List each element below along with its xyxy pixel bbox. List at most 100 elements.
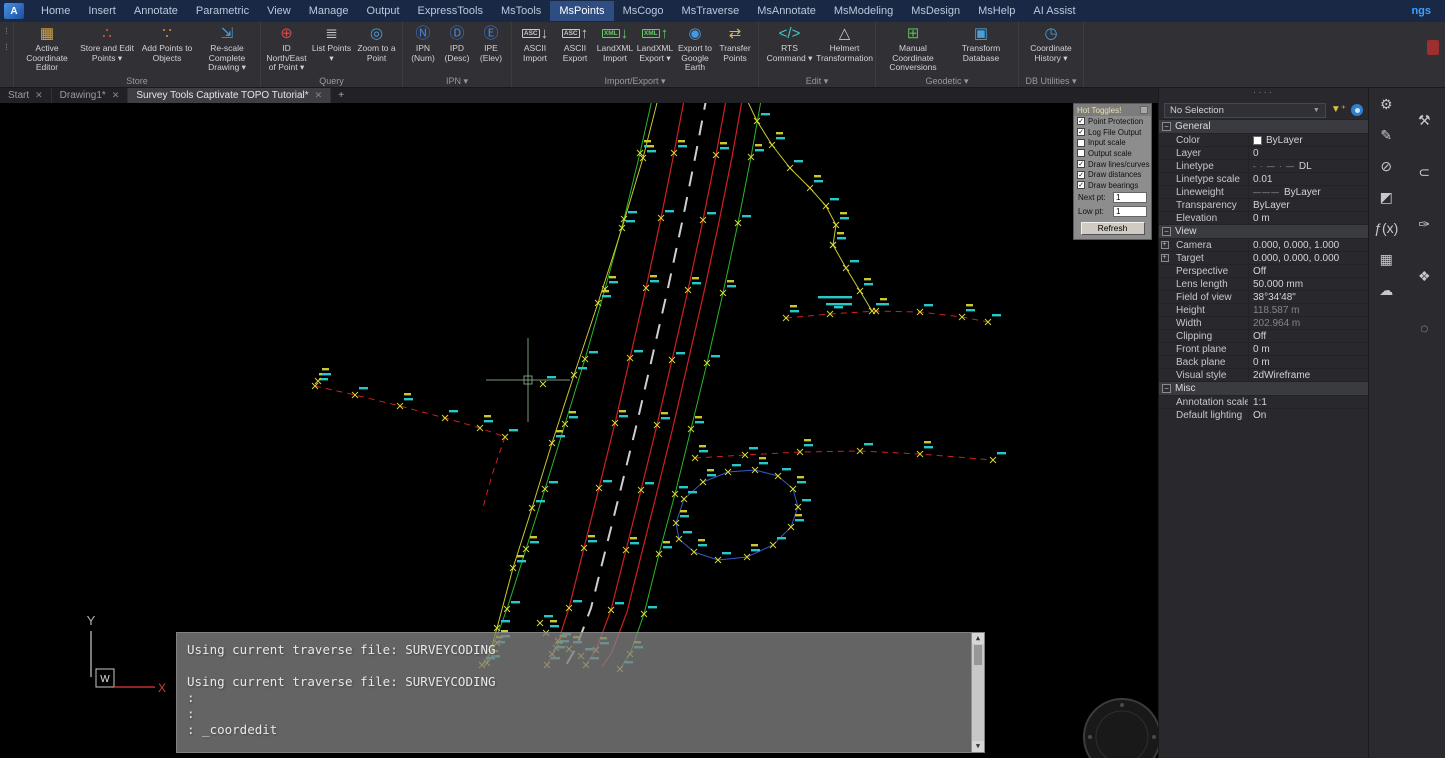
survey-point-marker[interactable] [442, 410, 458, 421]
survey-point-marker[interactable] [671, 140, 687, 156]
ribbon-button-zoom-to-a-point[interactable]: ◎Zoom to a Point [354, 23, 399, 64]
survey-point-marker[interactable] [640, 145, 656, 161]
menu-item-mspoints[interactable]: MsPoints [550, 1, 613, 21]
survey-point-marker[interactable] [700, 469, 716, 485]
ribbon-button-ipd-desc[interactable]: ⒹIPD (Desc) [440, 23, 474, 64]
drawing-boundary-green-left[interactable] [482, 103, 653, 665]
expand-icon[interactable]: + [1161, 254, 1169, 262]
drawing-edge-red-left[interactable] [547, 103, 685, 665]
ribbon-button-helmert-transformation[interactable]: △Helmert Transformation [817, 23, 872, 64]
ribbon-button-ascii-import[interactable]: ASC↓ASCII Import [515, 23, 555, 64]
new-tab-button[interactable]: + [331, 88, 351, 103]
ribbon-button-export-to-google-earth[interactable]: ◉Export to Google Earth [675, 23, 715, 74]
drawing-fence-red-dashed-right-1[interactable] [786, 311, 988, 322]
toggle-input-scale[interactable]: Input scale [1074, 137, 1151, 148]
survey-point-marker[interactable] [581, 535, 597, 551]
drawing-fence-red-dashed-right-2[interactable] [695, 451, 993, 460]
menu-item-msmodeling[interactable]: MsModeling [825, 1, 902, 21]
survey-point-marker[interactable] [985, 314, 1001, 325]
prop-value-linetype-scale[interactable]: 0.01 [1248, 173, 1368, 185]
function-icon[interactable]: ƒ(x) [1374, 220, 1398, 236]
ribbon-button-add-points-to-objects[interactable]: ∵Add Points to Objects [137, 23, 197, 64]
menu-item-mstraverse[interactable]: MsTraverse [673, 1, 749, 21]
menu-item-expresstools[interactable]: ExpressTools [409, 1, 492, 21]
hot-toggles-titlebar[interactable]: Hot Toggles! [1074, 104, 1151, 116]
survey-point-marker[interactable] [397, 393, 413, 409]
pen-icon[interactable]: ✑ [1418, 216, 1430, 232]
survey-point-marker[interactable] [742, 447, 758, 458]
ribbon-group-label-edit[interactable]: Edit ▾ [762, 75, 872, 87]
survey-point-marker[interactable] [643, 275, 659, 291]
toggle-output-scale[interactable]: Output scale [1074, 148, 1151, 159]
survey-point-marker[interactable] [315, 368, 331, 384]
toggle-draw-bearings[interactable]: ✓Draw bearings [1074, 180, 1151, 191]
menu-item-mscogo[interactable]: MsCogo [614, 1, 673, 21]
tab-survey-tools-captivate-topo-tutorial[interactable]: Survey Tools Captivate TOPO Tutorial*✕ [128, 88, 331, 103]
prop-value-elevation[interactable]: 0 m [1248, 212, 1368, 224]
prop-value-visual-style[interactable]: 2dWireframe [1248, 369, 1368, 381]
ribbon-button-ipn-num[interactable]: ⓃIPN (Num) [406, 23, 440, 64]
checkbox-icon[interactable] [1077, 149, 1085, 157]
quick-access-strip[interactable]: ⁞⁞ [0, 22, 14, 87]
ribbon-button-active-coordinate-editor[interactable]: ▦Active Coordinate Editor [17, 23, 77, 74]
survey-point-marker[interactable] [691, 539, 707, 555]
section-header-view[interactable]: −View [1159, 224, 1368, 238]
menu-item-insert[interactable]: Insert [79, 1, 125, 21]
cloud-icon[interactable]: ☁ [1379, 282, 1393, 298]
ribbon-button-list-points[interactable]: ≣List Points ▾ [309, 23, 354, 64]
survey-point-marker[interactable] [595, 290, 611, 306]
survey-point-marker[interactable] [720, 280, 736, 296]
menu-item-view[interactable]: View [258, 1, 300, 21]
survey-point-marker[interactable] [823, 198, 839, 209]
ribbon-button-ascii-export[interactable]: ASC↑ASCII Export [555, 23, 595, 64]
collapse-icon[interactable]: − [1162, 122, 1171, 131]
ribbon-button-landxml-export[interactable]: XML↑LandXML Export ▾ [635, 23, 675, 64]
prop-value-clipping[interactable]: Off [1248, 330, 1368, 342]
survey-point-marker[interactable] [990, 452, 1006, 463]
survey-point-marker[interactable] [623, 537, 639, 553]
menu-item-parametric[interactable]: Parametric [187, 1, 258, 21]
prop-value-lens-length[interactable]: 50.000 mm [1248, 278, 1368, 290]
survey-point-marker[interactable] [775, 468, 791, 479]
close-icon[interactable]: ✕ [315, 90, 323, 101]
checkbox-icon[interactable] [1077, 139, 1085, 147]
shapes-icon[interactable]: ❖ [1418, 268, 1431, 284]
menu-item-manage[interactable]: Manage [300, 1, 358, 21]
prop-value-layer[interactable]: 0 [1248, 147, 1368, 159]
ribbon-group-label-ipn[interactable]: IPN ▾ [406, 75, 508, 87]
checkbox-icon[interactable]: ✓ [1077, 117, 1085, 125]
prop-value-back-plane[interactable]: 0 m [1248, 356, 1368, 368]
drawing-edge-red-right[interactable] [586, 103, 727, 665]
selection-dropdown[interactable]: No Selection ▼ [1164, 103, 1326, 118]
ribbon-button-re-scale-complete-drawing[interactable]: ⇲Re-scale Complete Drawing ▾ [197, 23, 257, 74]
survey-point-marker[interactable] [523, 536, 539, 552]
ribbon-group-label-query[interactable]: Query [264, 75, 399, 87]
low-pt-input[interactable] [1113, 206, 1147, 217]
next-pt-input[interactable] [1113, 192, 1147, 203]
ribbon-button-store-and-edit-points[interactable]: ∴Store and Edit Points ▾ [77, 23, 137, 64]
prop-value-default-lighting[interactable]: On [1248, 409, 1368, 421]
survey-point-marker[interactable] [807, 175, 823, 191]
wrench-icon[interactable]: ⚒ [1418, 112, 1431, 128]
drawing-fence-red-dashed-left-branch[interactable] [482, 437, 505, 511]
drawing-edge-red-right-2[interactable] [602, 103, 743, 667]
survey-point-marker[interactable] [540, 376, 556, 387]
components-icon[interactable]: ▦ [1380, 251, 1393, 267]
survey-point-marker[interactable] [549, 430, 565, 446]
navigation-compass[interactable] [1084, 699, 1158, 758]
ribbon-button-ipe-elev[interactable]: ⒺIPE (Elev) [474, 23, 508, 64]
scroll-up-icon[interactable]: ▲ [972, 633, 984, 644]
menu-item-msdesign[interactable]: MsDesign [902, 1, 969, 21]
expand-icon[interactable]: + [1161, 241, 1169, 249]
menu-item-ai-assist[interactable]: AI Assist [1024, 1, 1084, 21]
survey-point-marker[interactable] [685, 277, 701, 293]
checkbox-icon[interactable]: ✓ [1077, 171, 1085, 179]
prop-value-height[interactable]: 118.587 m [1248, 304, 1368, 316]
prop-value-width[interactable]: 202.964 m [1248, 317, 1368, 329]
survey-point-marker[interactable] [688, 416, 704, 432]
ribbon-button-landxml-import[interactable]: XML↓LandXML Import [595, 23, 635, 64]
toggle-log-file-output[interactable]: ✓Log File Output [1074, 127, 1151, 138]
menu-item-home[interactable]: Home [32, 1, 79, 21]
prop-value-linetype[interactable]: - · — · —DL [1248, 160, 1368, 172]
refresh-button[interactable]: Refresh [1081, 222, 1145, 235]
